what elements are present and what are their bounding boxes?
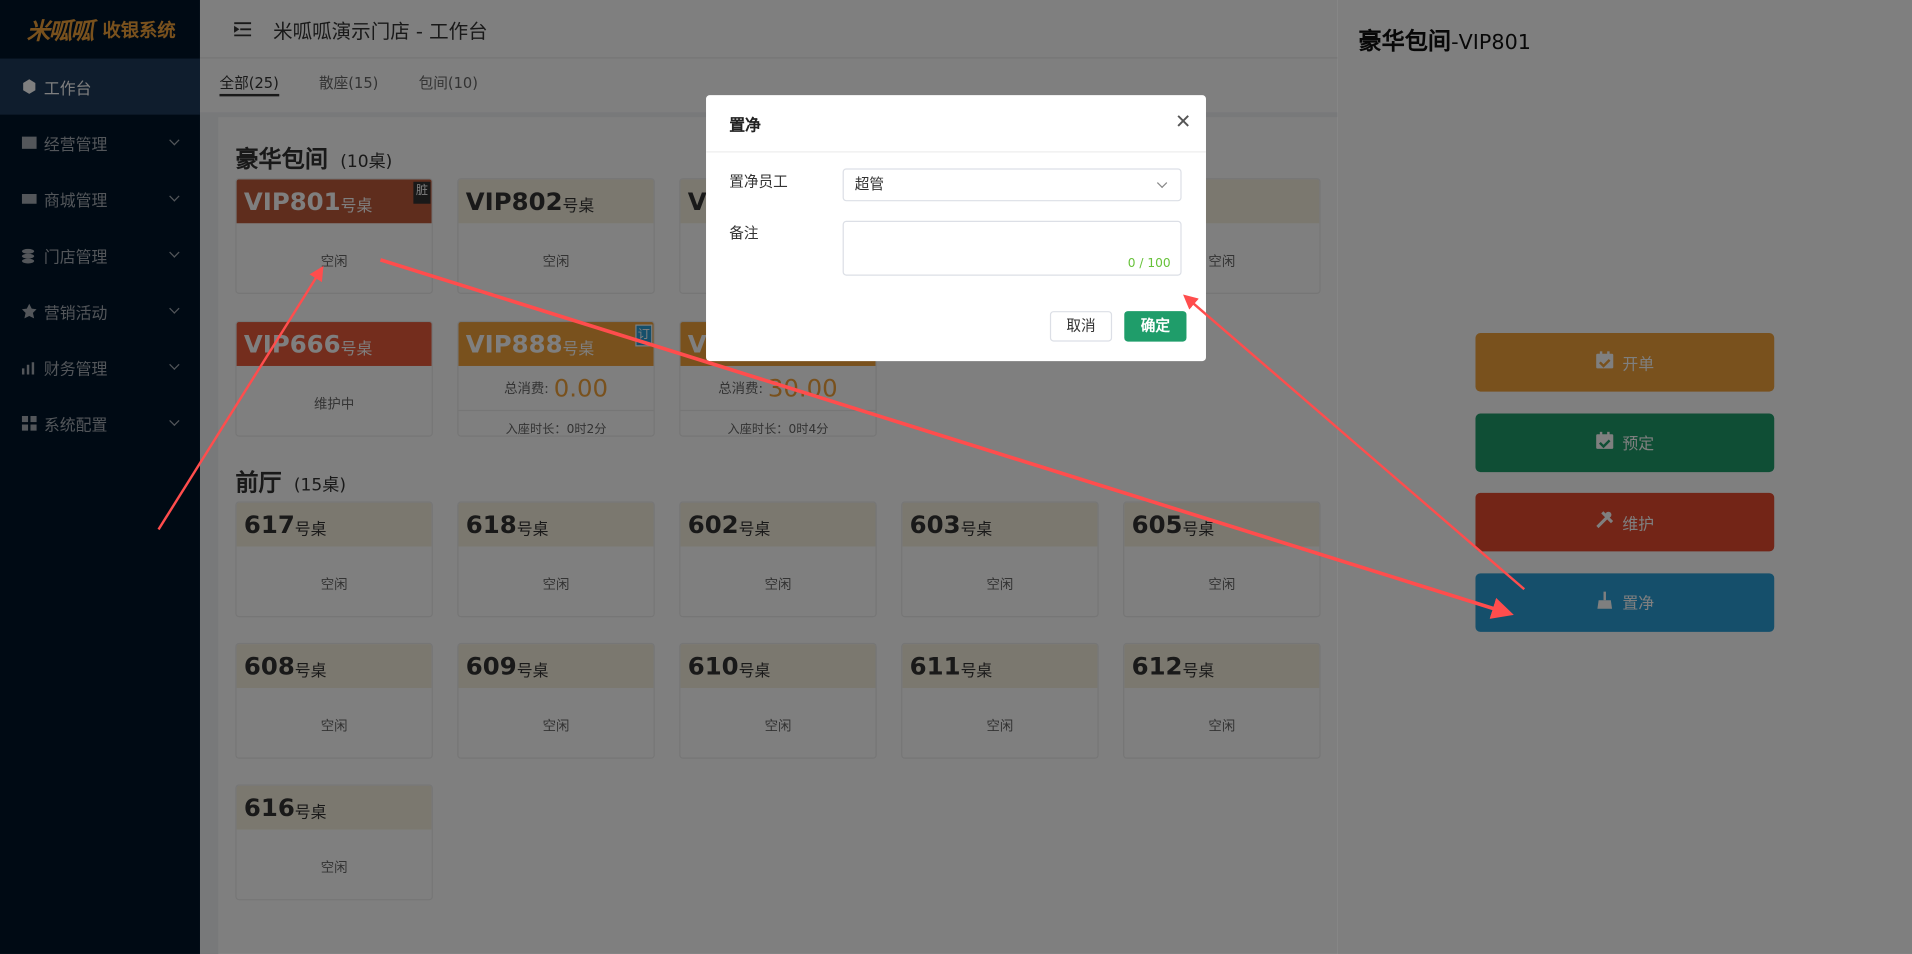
staff-select[interactable]: 超管 [842, 168, 1182, 202]
remark-label: 备注 [729, 224, 759, 242]
staff-select-value: 超管 [854, 175, 885, 193]
dialog-header: 置净 ✕ [706, 95, 1206, 153]
staff-label: 置净员工 [729, 173, 788, 191]
dialog-title: 置净 [729, 116, 761, 135]
confirm-button[interactable]: 确定 [1124, 311, 1187, 342]
chevron-down-icon [1156, 177, 1168, 189]
char-counter: 0 / 100 [1127, 257, 1171, 271]
clean-dialog: 置净 ✕ 置净员工 超管 备注 0 / 100 取消 确定 [706, 95, 1206, 362]
remark-textarea[interactable]: 0 / 100 [842, 220, 1182, 276]
drawer-backdrop [1337, 0, 1912, 954]
cancel-button[interactable]: 取消 [1049, 311, 1113, 342]
close-icon[interactable]: ✕ [1175, 112, 1191, 132]
